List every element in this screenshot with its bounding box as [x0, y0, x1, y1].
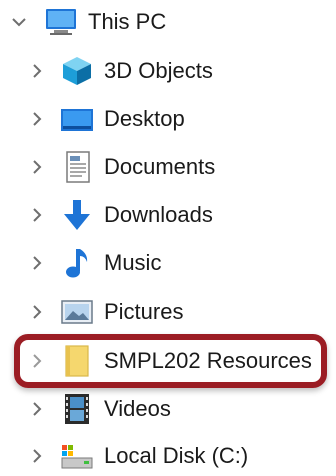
tree-item-label: Videos: [104, 396, 171, 421]
pictures-icon: [60, 295, 94, 329]
tree-item-label: 3D Objects: [104, 58, 213, 83]
tree-item-label: Desktop: [104, 106, 185, 131]
desktop-icon: [60, 102, 94, 136]
chevron-right-icon[interactable]: [26, 301, 48, 323]
tree-item-this-pc[interactable]: This PC: [0, 2, 336, 42]
documents-icon: [60, 150, 94, 184]
monitor-icon: [44, 5, 78, 39]
3d-objects-icon: [60, 54, 94, 88]
tree-item-pictures[interactable]: Pictures: [0, 292, 336, 332]
chevron-right-icon[interactable]: [26, 445, 48, 467]
tree-item-label: Pictures: [104, 299, 184, 324]
tree-item-label: This PC: [88, 9, 167, 34]
tree-item-label: Music: [104, 250, 162, 275]
tree-item-smpl202-resources[interactable]: SMPL202 Resources: [0, 341, 336, 381]
folder-icon: [60, 344, 94, 378]
chevron-right-icon[interactable]: [26, 252, 48, 274]
film-strip-icon: [60, 392, 94, 426]
tree-item-desktop[interactable]: Desktop: [0, 99, 336, 139]
chevron-down-icon[interactable]: [8, 11, 30, 33]
tree-item-music[interactable]: Music: [0, 243, 336, 283]
tree-item-videos[interactable]: Videos: [0, 389, 336, 429]
downloads-icon: [60, 198, 94, 232]
tree-item-documents[interactable]: Documents: [0, 147, 336, 187]
local-disk-icon: [60, 439, 94, 473]
chevron-right-icon[interactable]: [26, 350, 48, 372]
tree-item-label: Documents: [104, 154, 216, 179]
music-note-icon: [60, 246, 94, 280]
tree-item-label: Local Disk (C:): [104, 443, 249, 468]
chevron-right-icon[interactable]: [26, 398, 48, 420]
chevron-right-icon[interactable]: [26, 60, 48, 82]
tree-item-label: Downloads: [104, 202, 213, 227]
navigation-tree: This PC 3D Objects Desktop Documents Dow…: [0, 0, 336, 472]
tree-item-downloads[interactable]: Downloads: [0, 195, 336, 235]
tree-item-local-disk-c[interactable]: Local Disk (C:): [0, 436, 336, 476]
tree-item-3d-objects[interactable]: 3D Objects: [0, 51, 336, 91]
chevron-right-icon[interactable]: [26, 204, 48, 226]
chevron-right-icon[interactable]: [26, 156, 48, 178]
tree-item-label: SMPL202 Resources: [104, 348, 312, 373]
chevron-right-icon[interactable]: [26, 108, 48, 130]
